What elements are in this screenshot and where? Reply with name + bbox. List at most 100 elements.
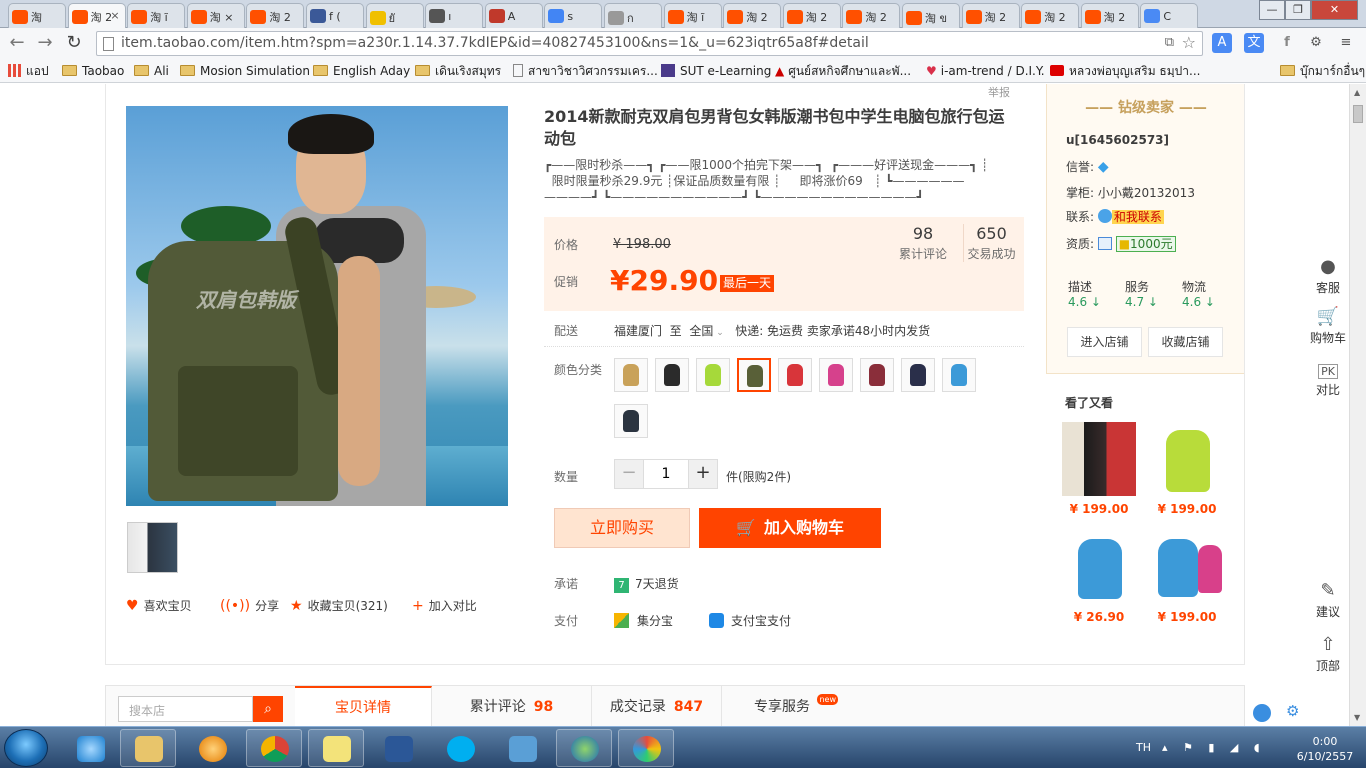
browser-tab[interactable]: 淘 2 [1080, 3, 1139, 28]
add-to-cart-button[interactable]: 🛒 加入购物车 [699, 508, 881, 548]
recommend-image-2[interactable] [1150, 422, 1224, 496]
bookmark-ali[interactable]: Ali [134, 62, 169, 80]
browser-tab[interactable]: ยั [365, 3, 424, 28]
bookmark-taobao[interactable]: Taobao [62, 62, 124, 80]
browser-tab[interactable]: A [484, 3, 543, 28]
browser-tab[interactable]: 淘 ข [902, 3, 960, 28]
color-option[interactable] [614, 404, 648, 438]
recommend-price-1[interactable]: ¥ 199.00 [1062, 502, 1136, 516]
color-option[interactable] [614, 358, 648, 392]
seller-name[interactable]: u[1645602573] [1066, 133, 1169, 147]
shop-search-input[interactable]: 搜本店 [118, 696, 253, 722]
increment-button[interactable]: + [689, 460, 717, 488]
color-option[interactable] [860, 358, 894, 392]
color-option[interactable] [942, 358, 976, 392]
tab-details[interactable]: 宝贝详情 [295, 686, 432, 726]
promise-value[interactable]: 7 7天退货 [614, 575, 679, 593]
tray-icons[interactable]: ▴ ⚑ ▮ ◢ ◖ [1162, 727, 1266, 769]
back-icon[interactable]: ← [6, 33, 28, 55]
close-tab-icon[interactable]: × [110, 9, 119, 22]
taskbar-explorer[interactable] [120, 729, 176, 767]
tab-trades[interactable]: 成交记录 847 [592, 686, 722, 726]
review-stat[interactable]: 98 累计评论 [898, 224, 948, 262]
bookmark-youtube[interactable]: หลวงพ่อบุญเสริม ธมฺปา... [1050, 62, 1200, 80]
forward-icon[interactable]: → [34, 33, 56, 55]
color-option[interactable] [901, 358, 935, 392]
settings-icon[interactable]: ⚙ [1286, 702, 1299, 720]
suggest-button[interactable]: ✎ 建议 [1308, 580, 1348, 620]
bookmark-sut[interactable]: SUT e-Learning [661, 62, 771, 80]
share-button[interactable]: ((•)) 分享 [220, 597, 279, 614]
browser-tab[interactable]: ก [604, 3, 662, 28]
taskbar-app-orange[interactable] [184, 729, 240, 767]
customer-service-button[interactable]: ● 客服 [1308, 256, 1348, 296]
deposit-badge[interactable]: ■1000元 [1115, 236, 1176, 252]
scroll-up-icon[interactable]: ▲ [1354, 88, 1360, 97]
browser-tab[interactable]: 淘 2 [723, 3, 782, 28]
taskbar-paint[interactable] [618, 729, 674, 767]
report-link[interactable]: 举报 [988, 84, 1010, 100]
favorite-shop-button[interactable]: 收藏店铺 [1148, 327, 1223, 357]
compare-button[interactable]: + 加入对比 [412, 597, 477, 614]
enter-shop-button[interactable]: 进入店铺 [1067, 327, 1142, 357]
translate-icon[interactable]: 文 [1244, 33, 1264, 53]
bookmark-apps[interactable]: แอป [8, 62, 49, 80]
browser-tab[interactable]: C [1140, 3, 1199, 28]
buy-now-button[interactable]: 立即购买 [554, 508, 690, 548]
maximize-button[interactable]: ❐ [1285, 0, 1311, 20]
pay-alipay[interactable]: 支付宝支付 [709, 612, 791, 629]
taskbar-skype[interactable] [432, 729, 488, 767]
page-scrollbar[interactable]: ▲ ▼ [1349, 84, 1366, 726]
browser-tab[interactable]: ı [425, 3, 484, 28]
bookmark-english[interactable]: English Aday [313, 62, 410, 80]
taskbar-network[interactable] [556, 729, 612, 767]
bookmark-star-icon[interactable]: ☆ [1182, 33, 1196, 52]
bookmark-other[interactable]: บุ๊กมาร์กอื่นๆ [1280, 62, 1365, 80]
taskbar-ie[interactable] [62, 729, 118, 767]
recommend-image-1[interactable] [1062, 422, 1136, 496]
taskbar-media[interactable] [494, 729, 550, 767]
browser-tab[interactable]: 淘 2 [782, 3, 841, 28]
color-option[interactable] [778, 358, 812, 392]
recommend-price-4[interactable]: ¥ 199.00 [1150, 610, 1224, 624]
like-button[interactable]: ♥ 喜欢宝贝 [126, 597, 192, 614]
color-option[interactable] [819, 358, 853, 392]
scroll-thumb[interactable] [1353, 105, 1363, 123]
taskbar-word[interactable] [370, 729, 426, 767]
browser-tab[interactable]: 淘 ĩ [663, 3, 722, 28]
tab-services[interactable]: 专享服务 new [722, 686, 842, 726]
sidebar-cart-button[interactable]: 🛒 购物车 [1308, 306, 1348, 346]
start-button[interactable] [4, 729, 48, 767]
back-to-top-button[interactable]: ⇧ 顶部 [1308, 634, 1348, 674]
product-main-image[interactable]: 双肩包韩版 [126, 106, 508, 506]
color-option[interactable] [737, 358, 771, 392]
quantity-input[interactable] [643, 460, 689, 488]
browser-tab[interactable]: s [544, 3, 603, 28]
browser-tab[interactable]: 淘 2 [1021, 3, 1080, 28]
collect-button[interactable]: ★ 收藏宝贝(321) [290, 597, 388, 614]
translate-page-icon[interactable]: ⧉ [1165, 35, 1174, 50]
browser-tab[interactable]: f ( [306, 3, 364, 28]
recommend-image-3[interactable] [1062, 531, 1136, 605]
browser-tab[interactable]: 淘 2 × [67, 3, 126, 28]
clock[interactable]: 0:00 6/10/2557 [1290, 734, 1360, 764]
translate-ext-icon[interactable]: A [1212, 33, 1232, 53]
minimize-button[interactable]: — [1259, 0, 1285, 20]
decrement-button[interactable]: − [615, 460, 643, 488]
browser-tab[interactable]: 淘 ĩ [127, 3, 186, 28]
bookmark-iamtrend[interactable]: ♥ i-am-trend / D.I.Y. [926, 62, 1045, 80]
bookmark-thai-1[interactable]: เดินเริงสมุทร [415, 62, 501, 80]
address-bar[interactable]: item.taobao.com/item.htm?spm=a230r.1.14.… [96, 31, 1203, 56]
color-option[interactable] [655, 358, 689, 392]
recommend-price-3[interactable]: ¥ 26.90 [1062, 610, 1136, 624]
close-window-button[interactable]: ✕ [1311, 0, 1358, 20]
color-option[interactable] [696, 358, 730, 392]
scroll-down-icon[interactable]: ▼ [1354, 713, 1360, 722]
taskbar-notes[interactable] [308, 729, 364, 767]
extension-icon[interactable]: ⚙ [1306, 33, 1326, 53]
ship-to-select[interactable]: 全国 ⌄ [689, 324, 723, 338]
taskbar-chrome[interactable] [246, 729, 302, 767]
browser-tab[interactable]: 淘 2 [246, 3, 305, 28]
wangwang-float-icon[interactable] [1253, 704, 1271, 722]
pay-jifenbao[interactable]: 集分宝 [614, 612, 673, 629]
